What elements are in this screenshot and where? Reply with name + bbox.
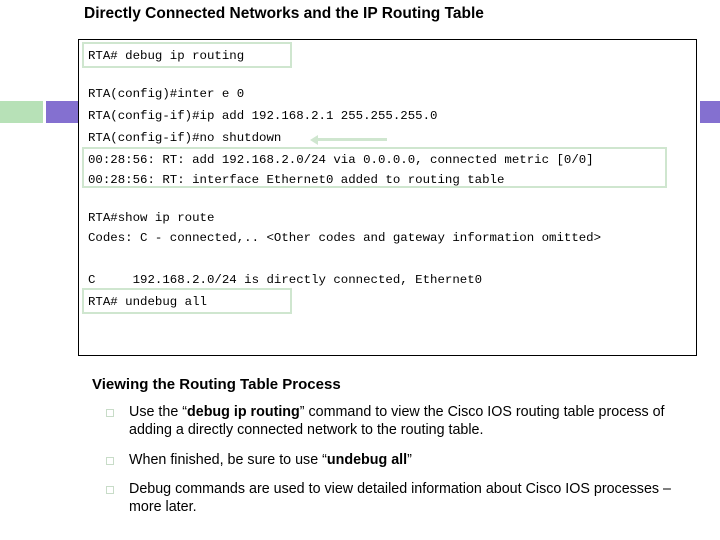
terminal-line-3: RTA(config-if)#ip add 192.168.2.1 255.25… bbox=[88, 109, 438, 123]
list-item: When finished, be sure to use “undebug a… bbox=[106, 452, 678, 470]
bullet-text-1: When finished, be sure to use “undebug a… bbox=[129, 452, 412, 468]
highlight-box-debug-command bbox=[82, 42, 292, 68]
decor-bar-purple-right bbox=[700, 101, 720, 123]
terminal-line-11: C 192.168.2.0/24 is directly connected, … bbox=[88, 273, 483, 287]
highlight-box-debug-output bbox=[82, 147, 667, 188]
bullet-square-icon bbox=[106, 457, 114, 465]
callout-arrow-no-shutdown bbox=[310, 134, 387, 145]
terminal-line-8: RTA#show ip route bbox=[88, 211, 215, 225]
section-heading: Viewing the Routing Table Process bbox=[92, 376, 341, 393]
list-item: Use the “debug ip routing” command to vi… bbox=[106, 404, 678, 439]
terminal-line-9: Codes: C - connected,.. <Other codes and… bbox=[88, 231, 602, 245]
decor-bar-green-left bbox=[0, 101, 43, 123]
terminal-line-4: RTA(config-if)#no shutdown bbox=[88, 131, 282, 145]
bullet-square-icon bbox=[106, 409, 114, 417]
bullet-text-2: Debug commands are used to view detailed… bbox=[129, 481, 671, 515]
terminal-output-panel: RTA# debug ip routing RTA(config)#inter … bbox=[78, 39, 697, 356]
bullet-text-0: Use the “debug ip routing” command to vi… bbox=[129, 404, 665, 438]
list-item: Debug commands are used to view detailed… bbox=[106, 481, 678, 516]
terminal-line-2: RTA(config)#inter e 0 bbox=[88, 87, 245, 101]
bullet-square-icon bbox=[106, 486, 114, 494]
page-title: Directly Connected Networks and the IP R… bbox=[84, 5, 484, 22]
highlight-box-undebug-command bbox=[82, 288, 292, 314]
decor-bar-purple-left bbox=[46, 101, 81, 123]
